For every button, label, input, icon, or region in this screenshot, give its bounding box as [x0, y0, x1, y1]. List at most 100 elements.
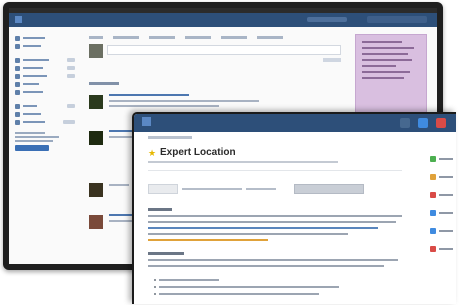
rail-action[interactable]: [430, 228, 454, 234]
version-info: [246, 188, 276, 190]
sidebar-item-label: [23, 37, 45, 39]
version-info: [182, 188, 242, 190]
sidebar-count-badge: [67, 104, 75, 108]
compare-button[interactable]: [294, 184, 364, 194]
logo-mark-icon: [142, 117, 151, 126]
sidebar-item-icon: [15, 111, 20, 117]
body-text-line: [148, 221, 396, 223]
bookmark-icon: [430, 174, 436, 180]
status-input[interactable]: [107, 45, 341, 55]
rail-action[interactable]: [430, 192, 454, 198]
sidebar-item[interactable]: [15, 72, 75, 80]
composer-tab[interactable]: [149, 36, 175, 39]
front-nav-tools: [400, 118, 446, 128]
star-icon: ★: [148, 147, 157, 158]
back-nav-icons[interactable]: [307, 17, 347, 22]
avatar[interactable]: [89, 183, 103, 197]
rail-action[interactable]: [430, 156, 454, 162]
sidebar-item-label: [23, 105, 37, 107]
feed-item-author[interactable]: [109, 94, 189, 96]
divider: [148, 170, 402, 171]
rail-action[interactable]: [430, 246, 454, 252]
body-text-line: [148, 259, 398, 261]
composer-tabs: [89, 36, 347, 39]
sidebar-count-badge: [67, 74, 75, 78]
composer-tab[interactable]: [89, 36, 103, 39]
sidebar-item[interactable]: [15, 88, 75, 96]
back-user-area[interactable]: [367, 16, 427, 23]
page-title-row: ★ Expert Location: [148, 147, 236, 158]
front-app-window: ★ Expert Location: [132, 112, 456, 304]
logo-mark-icon: [15, 16, 22, 23]
feed-heading: [89, 82, 119, 85]
sidebar-item[interactable]: [15, 64, 75, 72]
share-icon: [430, 210, 436, 216]
section-heading: [148, 252, 184, 255]
post-button[interactable]: [323, 58, 341, 62]
sidebar-item-label: [23, 91, 43, 93]
sidebar-item[interactable]: [15, 118, 75, 126]
back-logo[interactable]: [15, 15, 24, 24]
feed-item-text: [109, 100, 259, 102]
body-text-line: [148, 265, 384, 267]
user-icon[interactable]: [436, 118, 446, 128]
list-item: [154, 290, 339, 297]
sidebar-item-label: [23, 75, 47, 77]
sidebar-item-label: [23, 83, 39, 85]
sidebar-item-label: [23, 45, 41, 47]
sidebar-count-badge: [67, 58, 75, 62]
sidebar-item-icon: [15, 73, 20, 79]
composer-tab[interactable]: [185, 36, 211, 39]
body-text-line: [148, 233, 348, 235]
body-text-line: [148, 215, 402, 217]
back-sidebar: [15, 34, 75, 151]
check-icon: [430, 156, 436, 162]
sidebar-count-badge: [63, 120, 75, 124]
bullet-list: [154, 276, 339, 297]
sidebar-item-icon: [15, 119, 20, 125]
sidebar-item[interactable]: [15, 80, 75, 88]
pencil-icon[interactable]: [418, 118, 428, 128]
page-meta: [148, 161, 338, 163]
front-top-nav: [134, 114, 456, 132]
composer-tab[interactable]: [257, 36, 283, 39]
sidebar-item-icon: [15, 43, 20, 49]
rail-action[interactable]: [430, 174, 454, 180]
sidebar-item[interactable]: [15, 42, 75, 50]
composer-tab[interactable]: [221, 36, 247, 39]
status-composer: [89, 36, 347, 62]
version-select[interactable]: [148, 184, 178, 194]
body-link-line[interactable]: [148, 227, 378, 229]
right-action-rail: [430, 156, 454, 264]
front-logo[interactable]: [142, 117, 153, 128]
sidebar-item-icon: [15, 65, 20, 71]
sidebar-item-icon: [15, 35, 20, 41]
page-title: Expert Location: [160, 147, 236, 158]
sidebar-item[interactable]: [15, 56, 75, 64]
sidebar-item-icon: [15, 89, 20, 95]
version-bar: [148, 184, 402, 194]
rail-action[interactable]: [430, 210, 454, 216]
avatar[interactable]: [89, 215, 103, 229]
bell-icon[interactable]: [400, 118, 410, 128]
avatar[interactable]: [89, 95, 103, 109]
promo-button[interactable]: [15, 145, 49, 151]
sidebar-item-label: [23, 121, 45, 123]
sidebar-item-icon: [15, 103, 20, 109]
flag-icon: [430, 192, 436, 198]
avatar: [89, 44, 103, 58]
sidebar-count-badge: [67, 66, 75, 70]
sidebar-item-label: [23, 59, 49, 61]
sidebar-item[interactable]: [15, 102, 75, 110]
back-top-nav: [9, 13, 437, 27]
sidebar-item[interactable]: [15, 34, 75, 42]
sidebar-item[interactable]: [15, 110, 75, 118]
breadcrumb[interactable]: [148, 136, 192, 139]
link-icon: [430, 228, 436, 234]
composer-tab[interactable]: [113, 36, 139, 39]
avatar[interactable]: [89, 131, 103, 145]
list-item: [154, 283, 339, 290]
section-heading: [148, 208, 172, 211]
sidebar-item-icon: [15, 57, 20, 63]
feed-item-text: [109, 105, 219, 107]
